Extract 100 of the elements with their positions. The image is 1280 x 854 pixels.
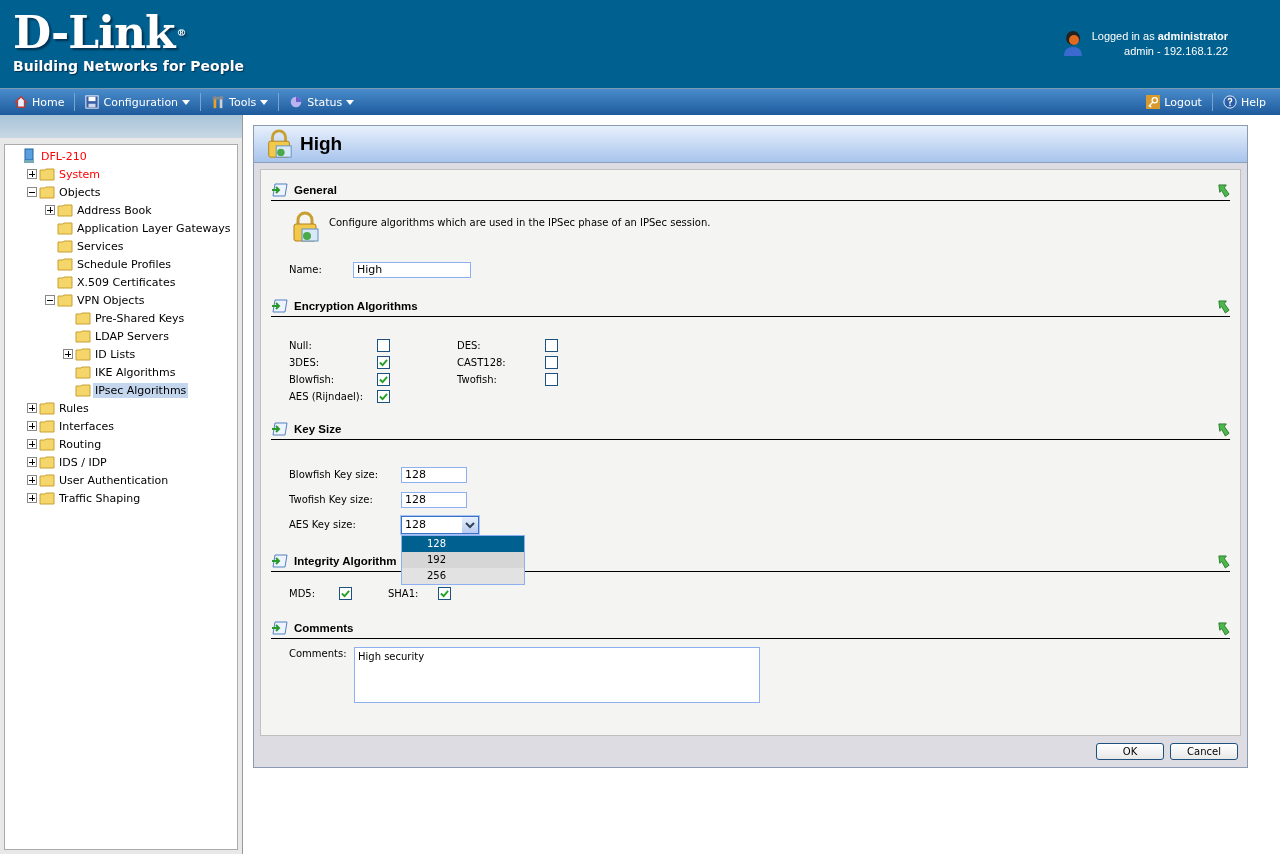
tree-item[interactable]: LDAP Servers	[93, 328, 171, 344]
caret-icon	[182, 99, 191, 105]
user-avatar-icon	[1061, 30, 1084, 56]
page-arrow-icon	[271, 553, 289, 569]
checkbox-label: Blowfish:	[289, 374, 336, 385]
page-arrow-icon	[271, 421, 289, 437]
house-icon	[14, 95, 28, 109]
folder-icon	[39, 418, 55, 434]
tagline: Building Networks for People	[13, 58, 244, 74]
tree-item[interactable]: IKE Algorithms	[93, 364, 178, 380]
expand-toggle[interactable]	[27, 169, 37, 179]
expand-toggle[interactable]	[27, 403, 37, 413]
checkbox-label: CAST128:	[457, 357, 507, 368]
tree-item[interactable]: Objects	[57, 184, 103, 200]
folder-icon	[57, 292, 73, 308]
up-arrow-icon[interactable]	[1217, 182, 1230, 198]
folder-icon	[39, 436, 55, 452]
field-label: Blowfish Key size:	[289, 469, 380, 480]
tree-item[interactable]: IPsec Algorithms	[93, 382, 189, 398]
dropdown-option[interactable]: 256	[402, 567, 524, 584]
up-arrow-icon[interactable]	[1217, 298, 1230, 314]
checkbox[interactable]	[377, 390, 390, 403]
page-title: High	[300, 133, 343, 155]
up-arrow-icon[interactable]	[1217, 620, 1230, 636]
checkbox[interactable]	[339, 586, 352, 600]
field-label: AES Key size:	[289, 519, 357, 530]
checkbox[interactable]	[377, 373, 390, 386]
tree-item[interactable]: IDS / IDP	[57, 454, 109, 470]
tree-item[interactable]: Interfaces	[57, 418, 116, 434]
menu-item[interactable]: Logout	[1136, 93, 1213, 111]
checkbox-label: AES (Rijndael):	[289, 391, 365, 402]
checkbox[interactable]	[545, 339, 558, 352]
menu-item[interactable]: Status	[279, 93, 365, 111]
tree-item[interactable]: Traffic Shaping	[57, 490, 143, 506]
folder-icon	[57, 238, 73, 254]
folder-icon	[57, 256, 73, 272]
checkbox[interactable]	[377, 339, 390, 352]
expand-toggle[interactable]	[63, 349, 73, 359]
login-status: Logged in as administrator	[1091, 30, 1228, 42]
expand-toggle[interactable]	[45, 205, 55, 215]
folder-icon	[39, 454, 55, 470]
folder-icon	[39, 184, 55, 200]
tree-item[interactable]: VPN Objects	[75, 292, 147, 308]
login-detail: admin - 192.168.1.22	[1124, 45, 1228, 57]
checkbox-label: Null:	[289, 340, 313, 351]
dialog-button[interactable]: Cancel	[1170, 743, 1238, 760]
tree-item[interactable]: ID Lists	[93, 346, 138, 362]
tree-item[interactable]: Services	[75, 238, 126, 254]
field-label: Twofish Key size:	[289, 494, 374, 505]
folder-icon	[39, 166, 55, 182]
tree-item[interactable]: User Authentication	[57, 472, 171, 488]
folder-icon	[57, 274, 73, 290]
tree-item[interactable]: System	[57, 166, 103, 182]
expand-toggle[interactable]	[27, 493, 37, 503]
checkbox[interactable]	[438, 586, 451, 600]
tree-item[interactable]: Pre-Shared Keys	[93, 310, 187, 326]
key-size-input[interactable]: 128	[401, 466, 467, 483]
section-title: Comments	[294, 622, 354, 634]
dropdown-option[interactable]: 128	[402, 535, 524, 552]
folder-icon	[39, 490, 55, 506]
dialog-button[interactable]: OK	[1096, 743, 1164, 760]
expand-toggle[interactable]	[27, 421, 37, 431]
comments-textarea[interactable]: High security	[354, 647, 760, 703]
key-size-select[interactable]: 128	[401, 515, 479, 534]
tree-item[interactable]: Schedule Profiles	[75, 256, 173, 272]
tree-item[interactable]: Application Layer Gateways	[75, 220, 233, 236]
checkbox[interactable]	[545, 373, 558, 386]
tree-item[interactable]: Address Book	[75, 202, 154, 218]
expand-toggle[interactable]	[27, 439, 37, 449]
tree-item[interactable]: Rules	[57, 400, 91, 416]
folder-icon	[75, 346, 91, 362]
up-arrow-icon[interactable]	[1217, 421, 1230, 437]
key-icon	[1146, 95, 1161, 109]
section-title: Integrity Algorithm	[294, 555, 397, 567]
caret-icon	[260, 99, 269, 105]
expand-toggle[interactable]	[27, 475, 37, 485]
menu-item[interactable]: Help	[1212, 93, 1276, 111]
checkbox-label: 3DES:	[289, 357, 321, 368]
field-label: Name:	[289, 264, 323, 275]
checkbox-label: DES:	[457, 340, 482, 351]
folder-icon	[75, 328, 91, 344]
registered-mark: ®	[176, 27, 186, 38]
tree-item[interactable]: DFL-210	[39, 148, 89, 164]
menu-item[interactable]: Home	[4, 93, 76, 111]
folder-icon	[57, 220, 73, 236]
expand-toggle[interactable]	[27, 457, 37, 467]
checkbox[interactable]	[377, 356, 390, 369]
menu-item[interactable]: Tools	[201, 93, 280, 111]
key-size-input[interactable]: 128	[401, 491, 467, 508]
name-input[interactable]: High	[353, 261, 471, 278]
up-arrow-icon[interactable]	[1217, 553, 1230, 569]
tree-item[interactable]: Routing	[57, 436, 104, 452]
menu-item[interactable]: Configuration	[75, 93, 202, 111]
tree-item[interactable]: X.509 Certificates	[75, 274, 178, 290]
collapse-toggle[interactable]	[45, 295, 55, 305]
checkbox[interactable]	[545, 356, 558, 369]
section-title: General	[294, 184, 337, 196]
folder-icon	[57, 202, 73, 218]
field-label: Comments:	[289, 647, 348, 659]
collapse-toggle[interactable]	[27, 187, 37, 197]
